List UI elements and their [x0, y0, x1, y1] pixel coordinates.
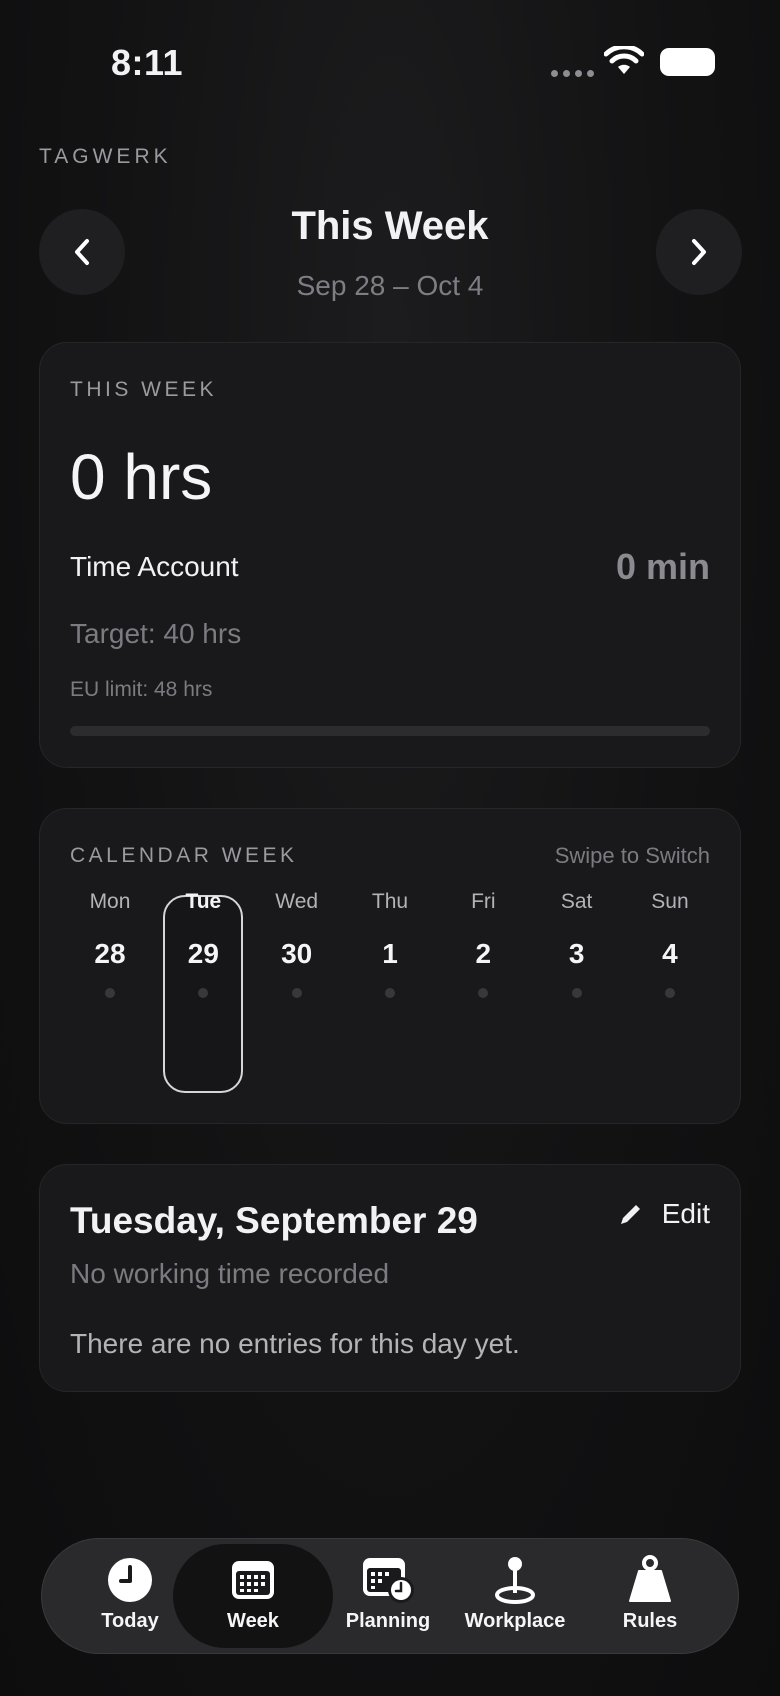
tab-label: Workplace [464, 1610, 566, 1632]
day-strip: Mon 28 Tue 29 Wed 30 Thu 1 Fri 2 Sat 3 Sun 4 [70, 890, 710, 998]
entry-indicator-dot [571, 988, 582, 998]
day-wed[interactable]: Wed 30 [257, 890, 337, 998]
calendar-clock-icon [363, 1558, 414, 1603]
wifi-icon [604, 46, 644, 74]
tab-label: Today [101, 1610, 159, 1632]
entry-indicator-dot [105, 988, 115, 998]
tab-label: Planning [345, 1610, 431, 1632]
entry-indicator-dot [664, 988, 675, 998]
day-name: Sat [560, 890, 593, 913]
entry-indicator-dot [198, 988, 209, 998]
edit-label: Edit [661, 1198, 710, 1229]
day-date: 30 [281, 938, 313, 969]
next-week-button[interactable] [656, 209, 742, 295]
tab-label: Week [227, 1610, 279, 1632]
swipe-hint: Swipe to Switch [554, 843, 710, 868]
target-hours: Target: 40 hrs [70, 618, 242, 649]
battery-icon [660, 48, 715, 76]
day-sun[interactable]: Sun 4 [630, 890, 710, 998]
day-name: Mon [89, 890, 131, 913]
eu-limit: EU limit: 48 hrs [70, 678, 213, 701]
entry-indicator-dot [291, 988, 302, 998]
tab-week[interactable]: Week [213, 1556, 293, 1633]
day-date: 28 [94, 938, 126, 969]
tab-rules[interactable]: Rules [610, 1555, 690, 1633]
day-sat[interactable]: Sat 3 [537, 890, 617, 998]
day-name: Tue [185, 890, 222, 913]
day-mon[interactable]: Mon 28 [70, 890, 150, 998]
week-progress-bar [70, 726, 710, 736]
day-fri[interactable]: Fri 2 [443, 890, 523, 998]
day-date: 3 [568, 938, 585, 969]
tab-label: Rules [622, 1610, 678, 1632]
chevron-right-icon [692, 239, 706, 265]
day-date: 2 [475, 938, 492, 969]
pencil-icon [620, 1205, 640, 1224]
day-detail-subtitle: No working time recorded [70, 1258, 390, 1289]
empty-entries-message: There are no entries for this day yet. [70, 1328, 520, 1359]
entry-indicator-dot [478, 988, 489, 998]
day-detail-title: Tuesday, September 29 [70, 1200, 478, 1241]
signal-dots-icon [551, 70, 594, 77]
app-brand: TAGWERK [39, 145, 172, 168]
day-date: 4 [662, 938, 678, 969]
day-name: Sun [651, 890, 689, 913]
day-tue[interactable]: Tue 29 [163, 890, 243, 998]
day-name: Fri [471, 890, 496, 913]
calendar-grid-icon [232, 1561, 274, 1599]
day-date: 29 [187, 938, 219, 969]
location-pin-icon [495, 1557, 535, 1604]
tab-today[interactable]: Today [90, 1556, 170, 1633]
entry-indicator-dot [384, 988, 395, 998]
calendar-week-label: CALENDAR WEEK [70, 844, 298, 867]
clock-icon [108, 1558, 152, 1602]
weight-icon [629, 1555, 671, 1602]
week-total-hours: 0 hrs [70, 441, 213, 513]
summary-label: THIS WEEK [70, 378, 218, 401]
status-time: 8:11 [111, 42, 184, 83]
edit-button[interactable]: Edit [618, 1198, 710, 1230]
day-name: Wed [275, 890, 319, 913]
tab-workplace[interactable]: Workplace [456, 1556, 574, 1633]
time-account-label: Time Account [70, 551, 239, 582]
day-name: Thu [371, 890, 409, 913]
day-date: 1 [382, 938, 398, 969]
time-account-value: 0 min [615, 546, 710, 587]
tab-planning[interactable]: Planning [333, 1556, 443, 1633]
day-thu[interactable]: Thu 1 [350, 890, 430, 998]
